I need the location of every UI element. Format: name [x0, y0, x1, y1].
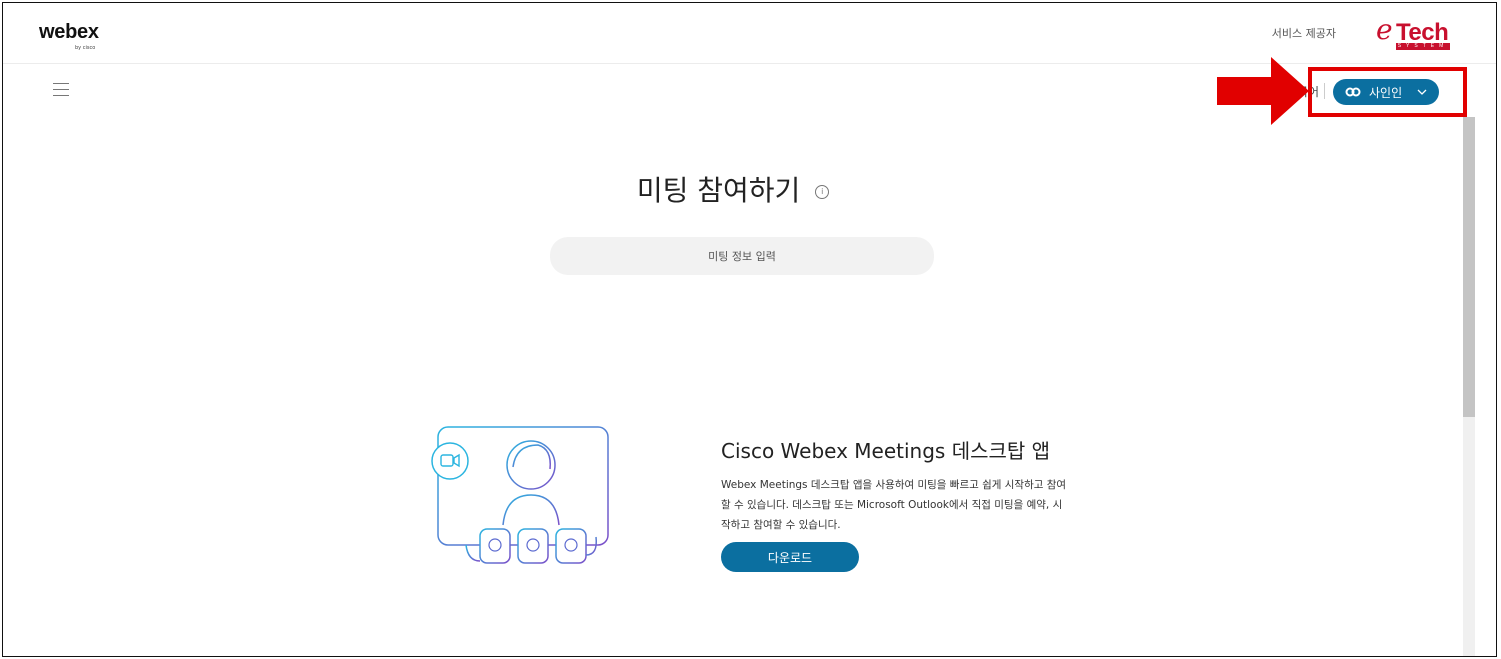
meeting-info-input[interactable] [550, 237, 934, 275]
etech-logo-e: e [1376, 13, 1393, 46]
etech-logo-system: SYSTEM [1396, 43, 1450, 50]
scrollbar-thumb[interactable] [1463, 117, 1475, 417]
page-title: 미팅 참여하기 i [3, 169, 1463, 209]
download-button[interactable]: 다운로드 [721, 542, 859, 572]
promo-title: Cisco Webex Meetings 데스크탑 앱 [721, 439, 1051, 463]
etech-logo: e Tech SYSTEM [1376, 13, 1452, 51]
desktop-app-illustration [431, 426, 609, 564]
annotation-highlight-box [1308, 67, 1467, 117]
info-icon[interactable]: i [815, 185, 830, 199]
page-title-text: 미팅 참여하기 [636, 174, 801, 207]
promo-description: Webex Meetings 데스크탑 앱을 사용하여 미팅을 빠르고 쉽게 시… [721, 479, 1067, 531]
browser-frame: webex by cisco 서비스 제공자 e Tech SYSTEM 국어 … [2, 2, 1497, 657]
hamburger-menu-icon[interactable] [53, 83, 69, 97]
webex-wordmark: webex [39, 21, 99, 43]
provider-label: 서비스 제공자 [1271, 27, 1336, 40]
webex-logo[interactable]: webex by cisco [39, 21, 99, 51]
annotation-arrow-icon [1217, 57, 1309, 125]
top-bar: webex by cisco 서비스 제공자 e Tech SYSTEM [3, 3, 1496, 64]
webex-logo-sub: by cisco [75, 45, 96, 51]
